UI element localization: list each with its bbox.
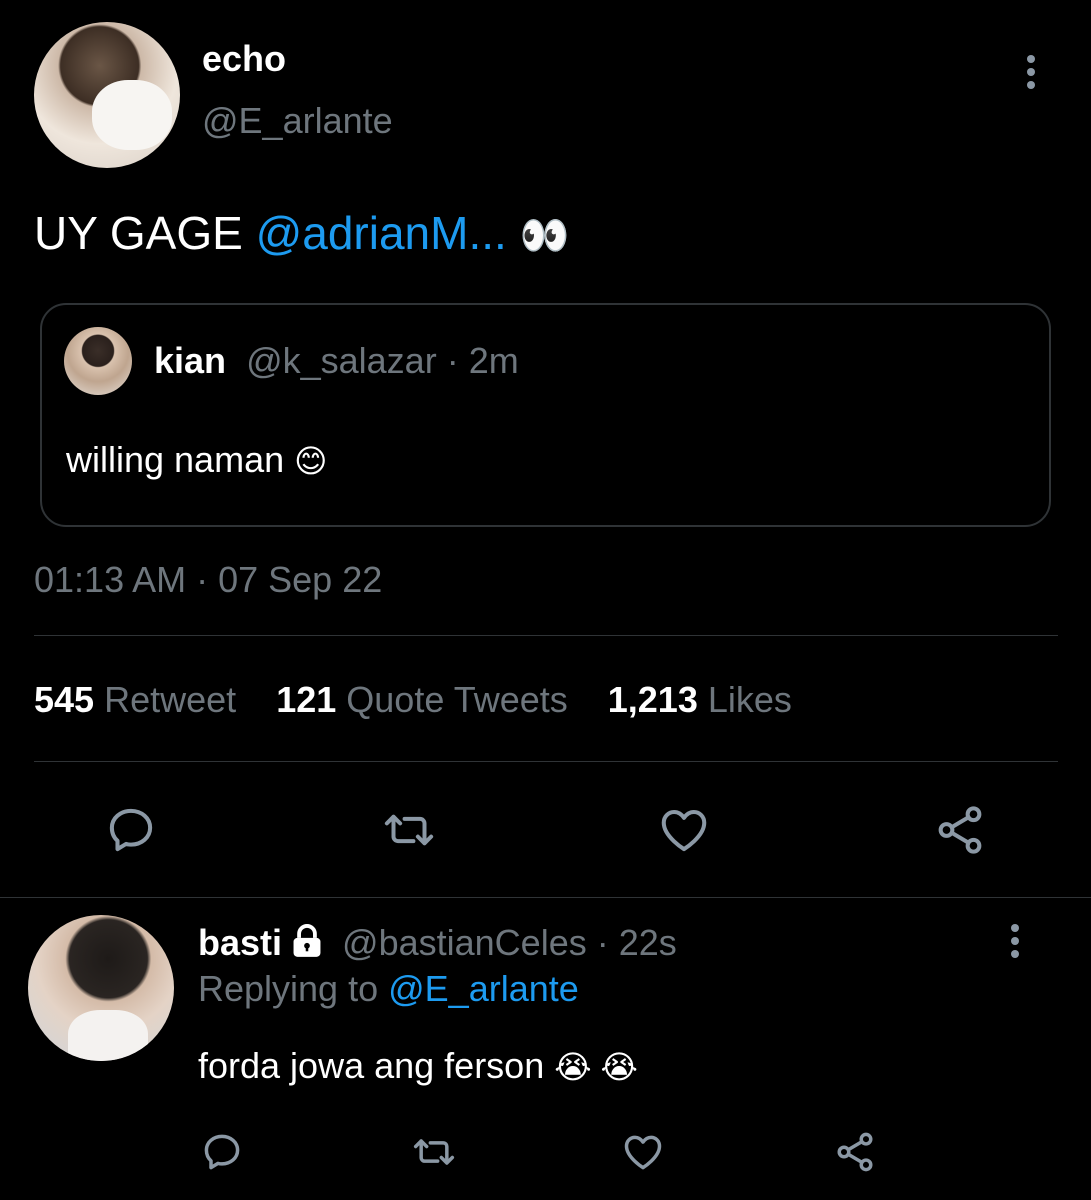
reply-header: basti @bastianCeles · 22s [198,922,677,964]
reply-author-avatar[interactable] [28,915,174,1061]
reply-time: · 22s [596,922,677,963]
replying-to: Replying to @E_arlante [198,968,579,1010]
quoted-header: kian @k_salazar · 2m [154,340,519,382]
author-avatar[interactable] [34,22,180,168]
quoted-author-avatar[interactable] [64,327,132,395]
share-icon[interactable] [932,803,988,857]
like-icon[interactable] [620,1130,666,1174]
reply-icon[interactable] [104,803,158,857]
quoted-text: willing naman 😊 [66,439,327,481]
author-handle[interactable]: @E_arlante [202,100,393,142]
divider [34,761,1058,762]
tweet-text-body: UY GAGE [34,207,256,259]
replying-to-label: Replying to [198,968,379,1009]
smile-emoji: 😊 [294,443,328,479]
retweet-icon[interactable] [378,803,440,857]
share-icon[interactable] [832,1130,878,1174]
reply-more-options-icon[interactable] [1010,924,1020,963]
quotes-stat[interactable]: 121 Quote Tweets [276,679,568,720]
likes-stat[interactable]: 1,213 Likes [608,679,792,720]
divider [34,635,1058,636]
reply-author-handle[interactable]: @bastianCeles [342,922,587,963]
quoted-author-name[interactable]: kian [154,340,226,381]
mention-link[interactable]: @adrianM... [256,207,507,259]
divider [0,897,1091,898]
quoted-text-body: willing naman [66,439,285,480]
like-icon[interactable] [656,803,712,857]
quoted-tweet-card[interactable] [40,303,1051,527]
tweet-text: UY GAGE @adrianM... 👀 [34,206,569,260]
replying-to-mention[interactable]: @E_arlante [388,968,579,1009]
more-options-icon[interactable] [1026,55,1036,94]
quoted-author-handle[interactable]: @k_salazar [246,340,437,381]
tweet-timestamp: 01:13 AM · 07 Sep 22 [34,559,383,600]
eyes-emoji: 👀 [519,214,570,258]
retweets-stat[interactable]: 545 Retweet [34,679,236,720]
crying-emoji: 😭 😭 [554,1049,638,1085]
reply-text-body: forda jowa ang ferson [198,1045,545,1086]
quoted-time: · 2m [446,340,519,381]
reply-icon[interactable] [200,1130,244,1174]
tweet-stats: 545 Retweet 121 Quote Tweets 1,213 Likes [34,679,792,721]
retweet-icon[interactable] [408,1130,460,1174]
reply-text: forda jowa ang ferson 😭 😭 [198,1045,638,1087]
lock-icon [288,922,326,960]
reply-author-name[interactable]: basti [198,922,282,963]
author-name[interactable]: echo [202,38,286,80]
